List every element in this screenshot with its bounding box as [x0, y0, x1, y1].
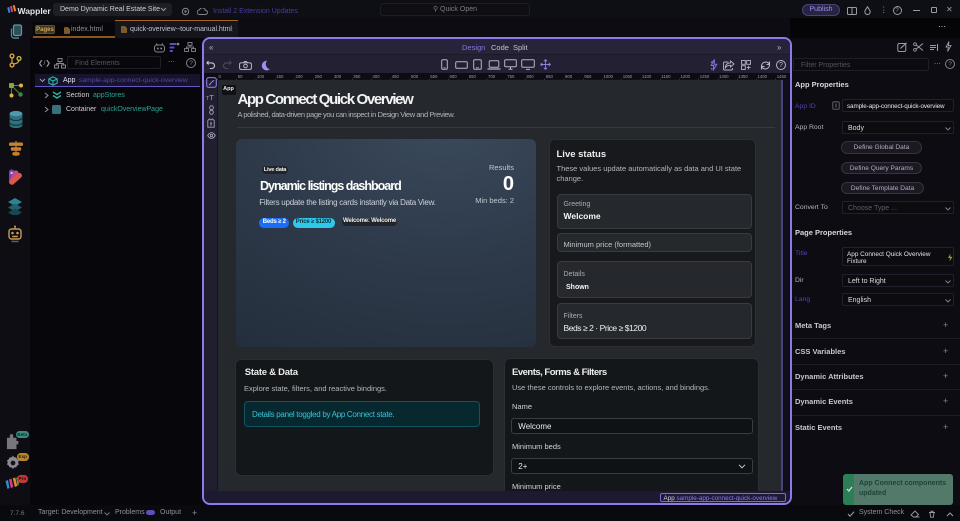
svg-text:800: 800 — [527, 74, 535, 79]
svg-text:650: 650 — [469, 74, 477, 79]
svg-text:300: 300 — [334, 74, 342, 79]
svg-text:1350: 1350 — [738, 74, 748, 79]
svg-text:350: 350 — [353, 74, 361, 79]
svg-text:100: 100 — [257, 74, 265, 79]
svg-text:600: 600 — [450, 74, 458, 79]
svg-text:250: 250 — [315, 74, 323, 79]
svg-text:1150: 1150 — [661, 74, 671, 79]
svg-text:200: 200 — [296, 74, 304, 79]
svg-text:700: 700 — [488, 74, 496, 79]
svg-text:1450: 1450 — [777, 74, 787, 79]
svg-text:400: 400 — [373, 74, 381, 79]
svg-text:850: 850 — [546, 74, 554, 79]
svg-text:550: 550 — [430, 74, 438, 79]
svg-text:50: 50 — [238, 74, 243, 79]
svg-text:500: 500 — [411, 74, 419, 79]
svg-text:1300: 1300 — [719, 74, 729, 79]
svg-text:1200: 1200 — [681, 74, 691, 79]
svg-text:1000: 1000 — [604, 74, 614, 79]
svg-text:1050: 1050 — [623, 74, 633, 79]
svg-text:750: 750 — [507, 74, 515, 79]
svg-text:450: 450 — [392, 74, 400, 79]
svg-text:1400: 1400 — [758, 74, 768, 79]
svg-text:150: 150 — [276, 74, 284, 79]
svg-text:1250: 1250 — [700, 74, 710, 79]
svg-text:900: 900 — [565, 74, 573, 79]
svg-text:950: 950 — [584, 74, 592, 79]
svg-text:1100: 1100 — [642, 74, 652, 79]
